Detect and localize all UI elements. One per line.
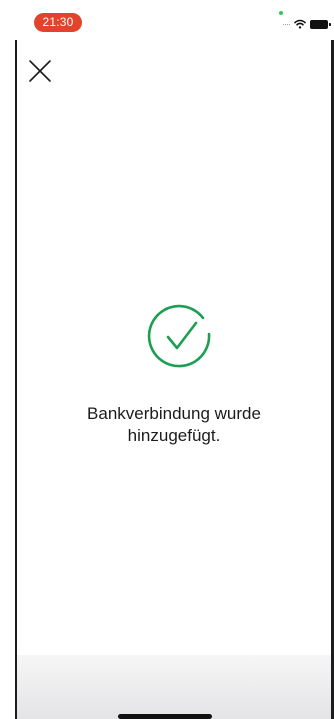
status-time: 21:30 [34, 13, 82, 32]
home-indicator[interactable] [118, 714, 212, 719]
success-message-line-2: hinzugefügt. [127, 426, 221, 445]
success-message-line-1: Bankverbindung wurde [87, 404, 261, 423]
device-frame: 21:30 ···· Bankverbindung wurde hinzugef… [0, 0, 334, 719]
bottom-fade [17, 655, 331, 719]
close-button[interactable] [28, 59, 52, 83]
close-icon [29, 60, 51, 82]
wifi-icon [294, 19, 306, 29]
privacy-indicator-dot [279, 11, 283, 15]
checkmark-circle-icon [147, 304, 211, 368]
status-icons: ···· [282, 18, 331, 30]
battery-icon [310, 19, 331, 29]
cellular-dots-icon: ···· [282, 19, 291, 29]
status-bar: 21:30 ···· [0, 0, 334, 44]
success-message: Bankverbindung wurde hinzugefügt. [17, 403, 331, 447]
